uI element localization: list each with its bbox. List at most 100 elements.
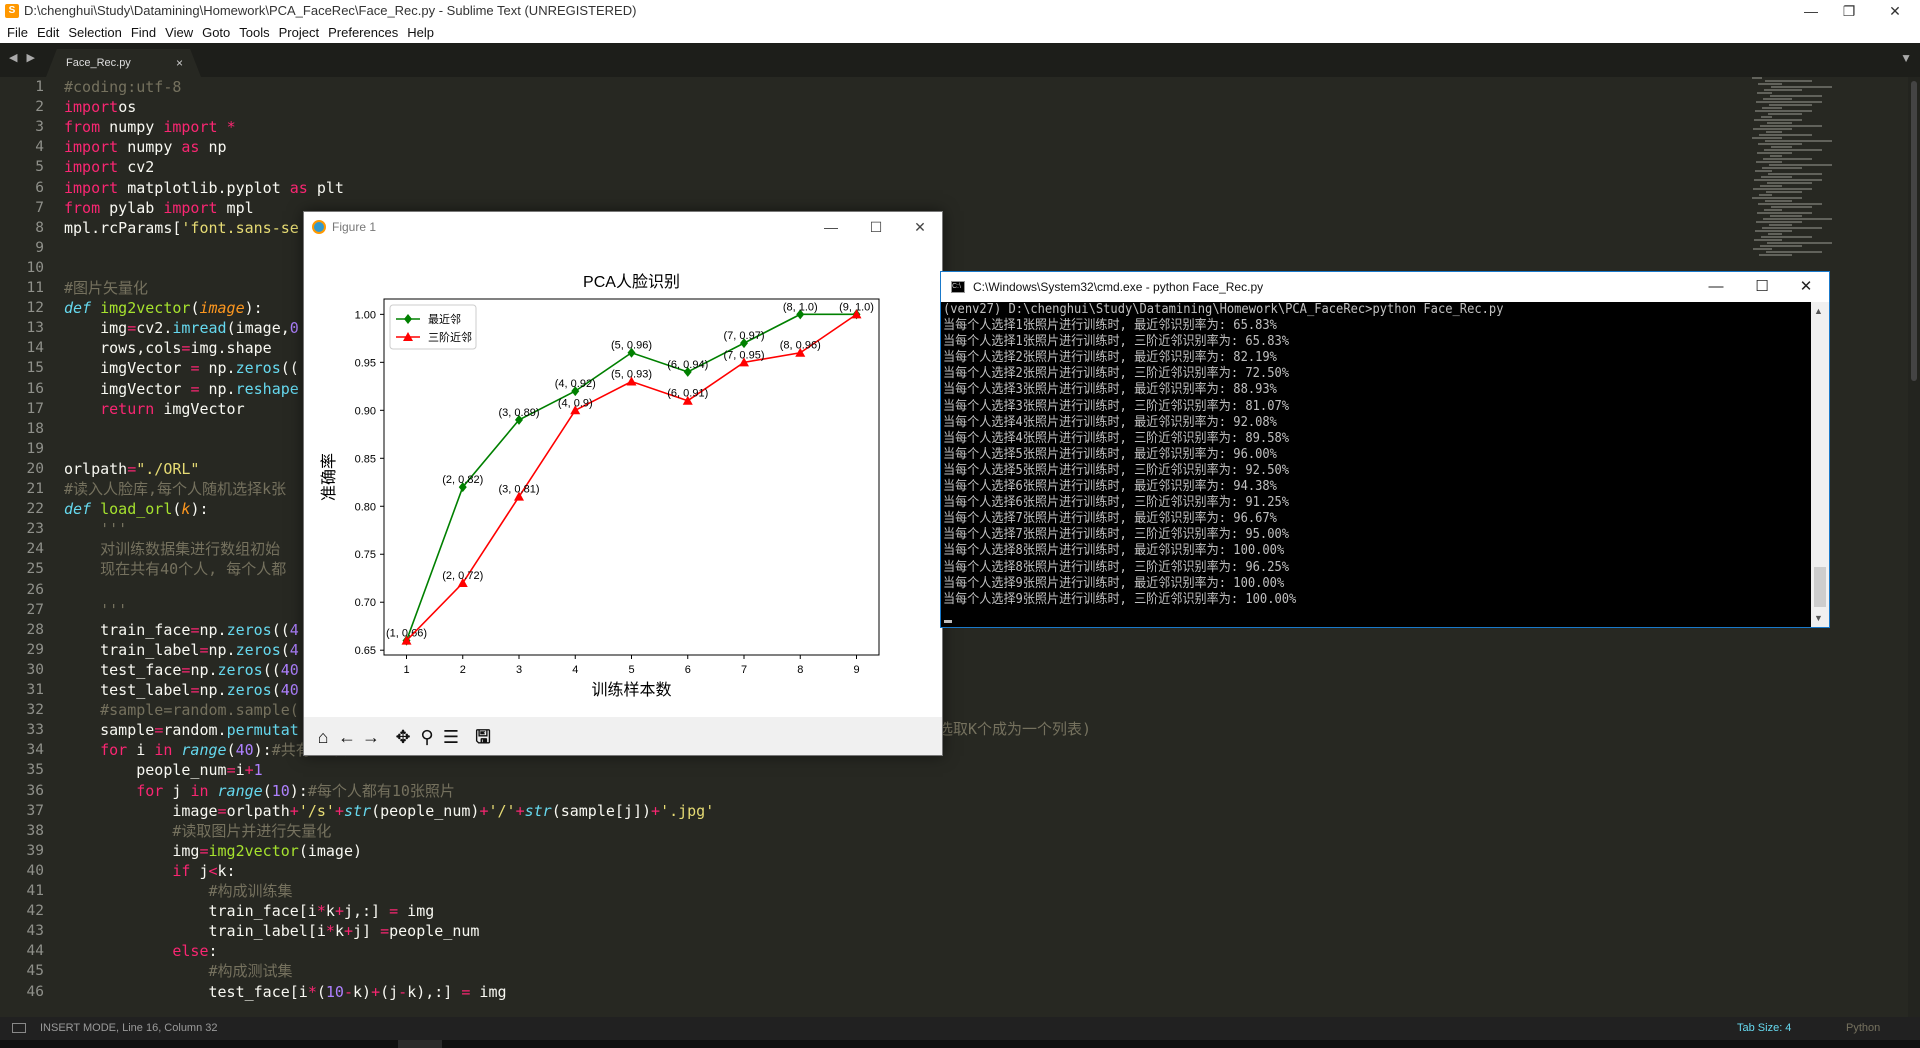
scroll-thumb[interactable] bbox=[1911, 81, 1917, 381]
data-label: (8, 0.96) bbox=[780, 340, 821, 352]
toolbar-save-icon[interactable]: 🖫 bbox=[470, 724, 496, 750]
code-token: from bbox=[64, 198, 101, 217]
code-token: random. bbox=[163, 721, 227, 740]
code-line: #构成测试集 bbox=[64, 961, 293, 981]
legend-label: 三阶近邻 bbox=[428, 330, 472, 344]
cmd-line: 当每个人选择6张照片进行训练时, 三阶近邻识别率为: 91.25% bbox=[943, 495, 1290, 511]
plot-canvas[interactable]: PCA人脸识别 1 2 3 4 5 6 7 8 9 0.65 0.70 0.75 0.80 0.85 0.90… bbox=[304, 242, 942, 717]
menu-find[interactable]: Find bbox=[131, 22, 156, 43]
code-token: np. bbox=[199, 620, 227, 639]
toolbar-home-icon[interactable]: ⌂ bbox=[310, 724, 336, 750]
tab-face-rec[interactable]: Face_Rec.py × bbox=[46, 49, 201, 77]
code-token: img bbox=[64, 841, 200, 860]
code-token: import bbox=[163, 118, 218, 137]
code-token: import bbox=[64, 98, 119, 117]
taskbar-item[interactable] bbox=[398, 1040, 442, 1048]
cmd-output[interactable]: (venv27) D:\chenghui\Study\Datamining\Ho… bbox=[943, 302, 1811, 627]
code-token: img bbox=[470, 982, 507, 1001]
minimap-line bbox=[1770, 215, 1802, 217]
toolbar-forward-icon[interactable]: → bbox=[358, 724, 384, 750]
data-label: (7, 0.95) bbox=[724, 349, 765, 361]
tab-menu-icon[interactable]: ▼ bbox=[1900, 51, 1912, 65]
menu-file[interactable]: File bbox=[7, 22, 28, 43]
menu-goto[interactable]: Goto bbox=[202, 22, 230, 43]
minimap-line bbox=[1758, 203, 1822, 205]
code-line: for j in range(10):#每个人都有10张照片 bbox=[64, 781, 455, 801]
toolbar-configure-icon[interactable]: ☰ bbox=[438, 724, 464, 750]
toolbar-pan-icon[interactable]: ✥ bbox=[390, 724, 416, 750]
menu-tools[interactable]: Tools bbox=[239, 22, 269, 43]
line-number: 26 bbox=[26, 581, 44, 598]
cmd-maximize-button[interactable]: ☐ bbox=[1739, 272, 1785, 302]
code-token: plt bbox=[307, 178, 344, 197]
restore-button[interactable]: ❐ bbox=[1826, 0, 1872, 22]
cmd-title: C:\Windows\System32\cmd.exe - python Fac… bbox=[973, 280, 1264, 294]
menu-preferences[interactable]: Preferences bbox=[328, 22, 398, 43]
code-token: j bbox=[163, 781, 191, 800]
code-token: #读取图片并进行矢量化 bbox=[172, 821, 332, 840]
code-token: + bbox=[334, 902, 344, 921]
line-number: 29 bbox=[26, 641, 44, 658]
cmd-line: 当每个人选择1张照片进行训练时, 最近邻识别率为: 65.83% bbox=[943, 318, 1277, 334]
minimap-line bbox=[1760, 125, 1822, 127]
scroll-down-icon[interactable]: ▼ bbox=[1814, 613, 1823, 623]
code-token: train_label bbox=[64, 640, 200, 659]
line-number: 3 bbox=[35, 119, 44, 136]
status-tab-size[interactable]: Tab Size: 4 bbox=[1737, 1017, 1791, 1040]
tab-nav-arrows[interactable]: ◀ ▶ bbox=[9, 51, 38, 64]
cmd-window: C:\ C:\Windows\System32\cmd.exe - python… bbox=[940, 271, 1830, 628]
cmd-scroll-thumb[interactable] bbox=[1814, 567, 1826, 607]
code-token: train_face[i bbox=[64, 902, 317, 921]
figure-minimize-button[interactable]: — bbox=[809, 212, 853, 242]
code-line: #coding:utf-8 bbox=[64, 77, 181, 97]
minimap[interactable] bbox=[1752, 77, 1862, 277]
minimap-line bbox=[1754, 239, 1782, 241]
code-token: #构成训练集 bbox=[208, 882, 293, 900]
menu-project[interactable]: Project bbox=[279, 22, 319, 43]
code-token: np. bbox=[208, 640, 236, 659]
code-line: from numpy import * bbox=[64, 117, 236, 137]
code-token: + bbox=[289, 801, 299, 820]
menu-edit[interactable]: Edit bbox=[37, 22, 59, 43]
code-line: def img2vector(image): bbox=[64, 298, 263, 318]
tab-close-icon[interactable]: × bbox=[176, 49, 183, 77]
menu-selection[interactable]: Selection bbox=[68, 22, 121, 43]
cmd-line: 当每个人选择9张照片进行训练时, 三阶近邻识别率为: 100.00% bbox=[943, 591, 1297, 607]
status-syntax[interactable]: Python bbox=[1846, 1017, 1880, 1040]
code-token: in bbox=[190, 781, 209, 800]
code-token: (sample[j]) bbox=[551, 801, 652, 820]
menu-help[interactable]: Help bbox=[407, 22, 434, 43]
code-line: ''' bbox=[64, 600, 127, 620]
line-number: 25 bbox=[26, 561, 44, 578]
code-line: ''' bbox=[64, 519, 127, 539]
editor-scrollbar[interactable] bbox=[1908, 77, 1920, 1017]
menu-view[interactable]: View bbox=[165, 22, 193, 43]
cmd-close-button[interactable]: ✕ bbox=[1783, 272, 1829, 302]
toolbar-back-icon[interactable]: ← bbox=[334, 724, 360, 750]
cmd-line: 当每个人选择4张照片进行训练时, 三阶近邻识别率为: 89.58% bbox=[943, 430, 1290, 446]
minimap-line bbox=[1765, 80, 1812, 82]
figure-maximize-button[interactable]: ☐ bbox=[854, 212, 898, 242]
close-button[interactable]: ✕ bbox=[1872, 0, 1918, 22]
minimap-line bbox=[1755, 230, 1792, 232]
cmd-minimize-button[interactable]: — bbox=[1693, 272, 1739, 302]
code-line: #读入人脸库,每个人随机选择k张 bbox=[64, 479, 286, 499]
code-token: k bbox=[325, 902, 335, 921]
minimap-line bbox=[1764, 89, 1802, 91]
figure-close-button[interactable]: ✕ bbox=[898, 212, 942, 242]
line-number: 28 bbox=[26, 621, 44, 638]
line-number: 43 bbox=[26, 923, 44, 940]
data-label: (6, 0.94) bbox=[667, 359, 708, 371]
panel-toggle-icon[interactable] bbox=[12, 1023, 26, 1033]
minimap-line bbox=[1766, 191, 1802, 193]
code-token: - bbox=[398, 982, 408, 1001]
cmd-scrollbar[interactable]: ▲ ▼ bbox=[1811, 302, 1829, 627]
code-token: else bbox=[172, 942, 209, 961]
minimap-line bbox=[1767, 122, 1792, 124]
code-token: + bbox=[515, 801, 525, 820]
line-number: 6 bbox=[35, 179, 44, 196]
toolbar-zoom-icon[interactable]: ⚲ bbox=[414, 724, 440, 750]
minimap-line bbox=[1762, 107, 1782, 109]
scroll-up-icon[interactable]: ▲ bbox=[1814, 306, 1823, 316]
